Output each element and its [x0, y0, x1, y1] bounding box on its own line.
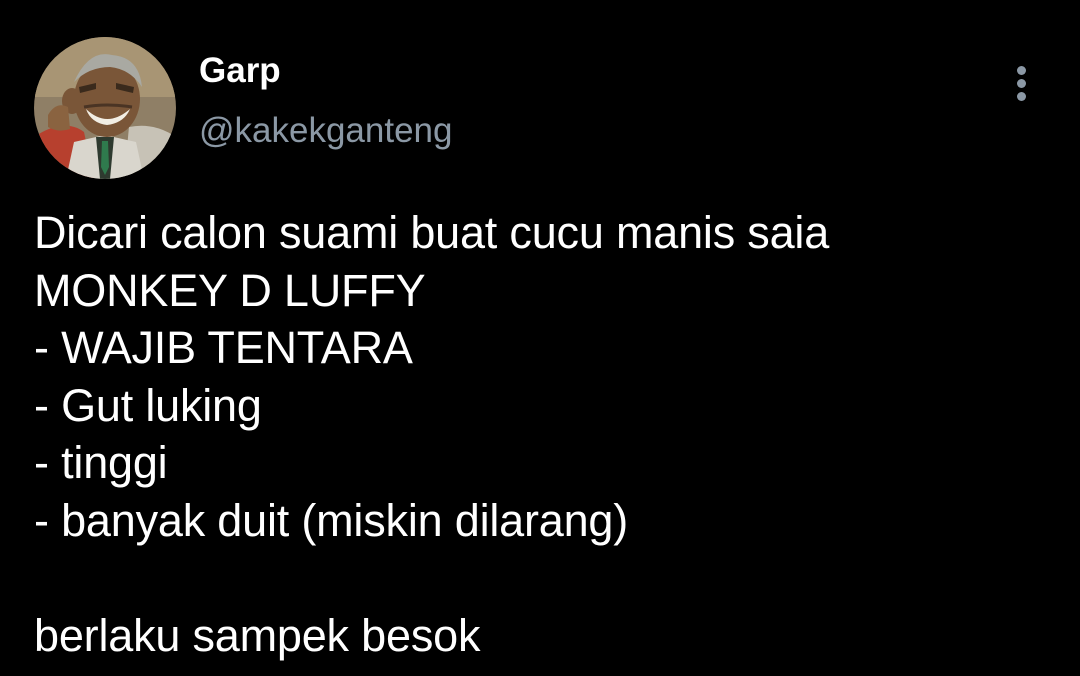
- author-name[interactable]: Garp: [199, 51, 281, 91]
- tweet-text-line: MONKEY D LUFFY: [34, 264, 426, 316]
- avatar-image: [34, 37, 176, 179]
- tweet-text-line: - Gut luking: [34, 379, 262, 431]
- tweet-text-line: - tinggi: [34, 437, 168, 488]
- more-options-button[interactable]: [1004, 62, 1040, 104]
- tweet-text-line: - WAJIB TENTARA: [34, 322, 413, 373]
- tweet-card: Garp @kakekganteng Dicari calon suami bu…: [0, 0, 1080, 676]
- tweet-text: Dicari calon suami buat cucu manis saia …: [34, 204, 1054, 664]
- tweet-text-line: - banyak duit (miskin dilarang): [34, 494, 629, 546]
- tweet-text-line: berlaku sampek besok: [34, 609, 481, 661]
- tweet-text-line: Dicari calon suami buat cucu manis saia: [34, 207, 830, 258]
- author-handle[interactable]: @kakekganteng: [199, 111, 452, 151]
- author-avatar[interactable]: [34, 37, 176, 179]
